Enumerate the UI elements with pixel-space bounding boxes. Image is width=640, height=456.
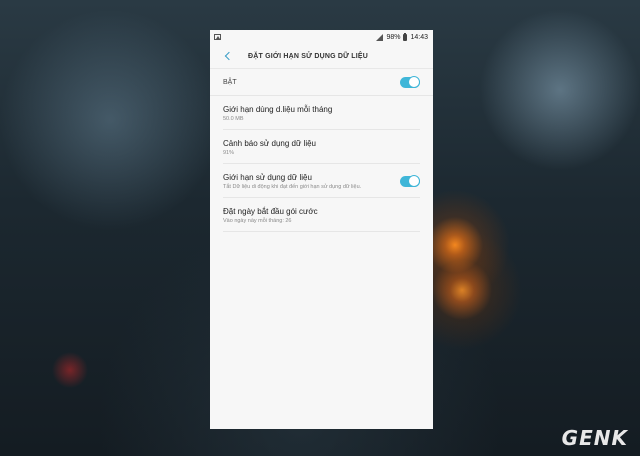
setting-title: Đặt ngày bắt đầu gói cước — [223, 206, 318, 216]
battery-icon — [403, 32, 408, 41]
master-switch-label: BẬT — [223, 78, 237, 86]
page-title: ĐẶT GIỚI HẠN SỬ DỤNG DỮ LIỆU — [248, 52, 369, 60]
setting-row-usage-limit[interactable]: Giới hạn sử dụng dữ liệu Tắt Dữ liệu di … — [223, 164, 420, 198]
setting-row-usage-warning[interactable]: Cảnh báo sử dụng dữ liệu 91% — [223, 130, 420, 164]
battery-percent: 98% — [386, 33, 401, 41]
clock: 14:43 — [410, 33, 428, 41]
setting-title: Giới hạn sử dụng dữ liệu — [223, 172, 312, 182]
setting-row-cycle-start[interactable]: Đặt ngày bắt đầu gói cước Vào ngày này m… — [223, 198, 420, 232]
app-bar: ĐẶT GIỚI HẠN SỬ DỤNG DỮ LIỆU — [210, 44, 433, 69]
setting-row-monthly-limit[interactable]: Giới hạn dùng d.liệu mỗi tháng 50.0 MB — [223, 96, 420, 130]
setting-subtitle: 91% — [223, 149, 235, 156]
master-toggle[interactable] — [400, 76, 420, 88]
setting-subtitle: Tắt Dữ liệu di động khi đạt đến giới hạn… — [223, 183, 362, 190]
usage-limit-toggle[interactable] — [400, 175, 420, 187]
setting-subtitle: 50.0 MB — [223, 115, 244, 122]
signal-icon — [376, 33, 384, 41]
master-switch-row[interactable]: BẬT — [210, 69, 433, 96]
setting-title: Giới hạn dùng d.liệu mỗi tháng — [223, 104, 333, 114]
phone-screen: 98% 14:43 ĐẶT GIỚI HẠN SỬ DỤNG DỮ LIỆU B… — [210, 30, 433, 429]
setting-subtitle: Vào ngày này mỗi tháng: 26 — [223, 217, 292, 224]
genk-watermark-logo: GENK — [561, 426, 628, 450]
status-bar: 98% 14:43 — [210, 30, 433, 44]
setting-title: Cảnh báo sử dụng dữ liệu — [223, 138, 316, 148]
gallery-notification-icon — [214, 34, 221, 40]
back-arrow-icon[interactable] — [220, 49, 234, 63]
